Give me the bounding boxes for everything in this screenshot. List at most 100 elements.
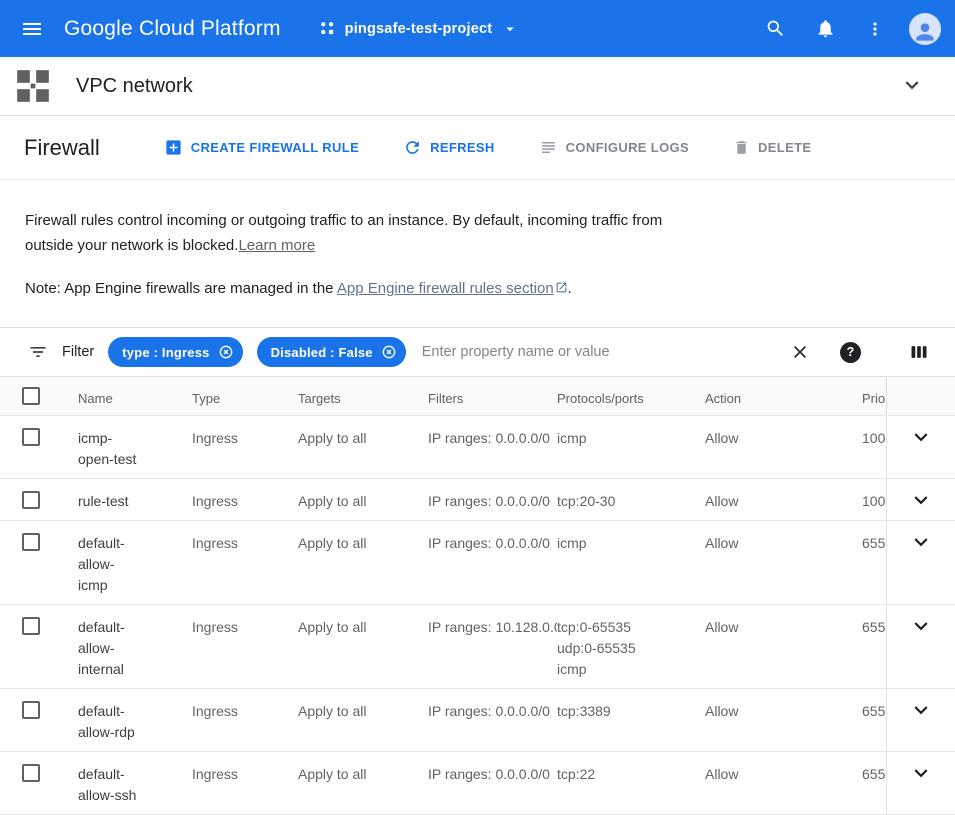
cell-priority: 1000 [862, 416, 886, 478]
cell-action: Allow [705, 479, 862, 520]
row-checkbox[interactable] [22, 491, 40, 509]
help-icon[interactable]: ? [840, 342, 861, 363]
column-display-options-icon[interactable] [909, 342, 929, 362]
cell-type: Ingress [192, 605, 298, 688]
cell-priority: 65534 [862, 689, 886, 751]
cell-targets: Apply to all [298, 752, 428, 814]
delete-button[interactable]: DELETE [733, 139, 811, 156]
more-options-kebab-icon[interactable] [855, 9, 895, 49]
firewall-rules-table: NameTypeTargetsFiltersProtocols/portsAct… [0, 377, 955, 815]
toolbar-title: Firewall [24, 135, 100, 161]
app-engine-firewall-link[interactable]: App Engine firewall rules section [337, 280, 568, 297]
project-icon [319, 20, 336, 37]
project-name: pingsafe-test-project [345, 21, 493, 37]
cell-name: rule-test [78, 479, 192, 520]
select-all-checkbox[interactable] [22, 387, 40, 405]
cell-filters: IP ranges: 10.128.0.0/9 [428, 605, 557, 688]
trash-icon [733, 139, 750, 156]
project-switcher[interactable]: pingsafe-test-project [319, 20, 520, 38]
refresh-button[interactable]: REFRESH [403, 138, 495, 157]
description-block: Firewall rules control incoming or outgo… [0, 180, 955, 327]
cell-filters: IP ranges: 0.0.0.0/0 [428, 521, 557, 604]
table-row: default-allow-ssh Ingress Apply to all I… [0, 752, 955, 815]
app-bar: Google Cloud Platform pingsafe-test-proj… [0, 0, 955, 57]
cell-filters: IP ranges: 0.0.0.0/0 [428, 479, 557, 520]
row-checkbox[interactable] [22, 701, 40, 719]
cell-type: Ingress [192, 752, 298, 814]
cell-action: Allow [705, 521, 862, 604]
product-header: VPC network [0, 57, 955, 116]
cell-type: Ingress [192, 521, 298, 604]
add-box-icon [164, 138, 183, 157]
cell-name: default-allow-ssh [78, 752, 192, 814]
expand-row-chevron-icon[interactable] [908, 760, 934, 786]
column-header: Type [192, 377, 298, 415]
table-header-side [886, 377, 955, 415]
note-text: Note: App Engine firewalls are managed i… [25, 280, 337, 297]
person-icon [912, 19, 938, 45]
filter-input[interactable] [422, 344, 790, 360]
filter-label: Filter [62, 344, 94, 360]
expand-row-chevron-icon[interactable] [908, 487, 934, 513]
table-row: default-allow-icmp Ingress Apply to all … [0, 521, 955, 605]
cell-priority: 1000 [862, 479, 886, 520]
clear-filters-icon[interactable] [790, 342, 810, 362]
vpc-network-icon [14, 67, 52, 105]
column-header: Action [705, 377, 862, 415]
table-row: rule-test Ingress Apply to all IP ranges… [0, 479, 955, 521]
column-header: Protocols/ports [557, 377, 705, 415]
filter-bar: Filter type : Ingress Disabled : False ? [0, 327, 955, 377]
logs-list-icon [539, 138, 558, 157]
cell-protocols: icmp [557, 521, 705, 604]
table-row: default-allow-rdp Ingress Apply to all I… [0, 689, 955, 752]
table-row: icmp-open-test Ingress Apply to all IP r… [0, 416, 955, 479]
row-checkbox[interactable] [22, 533, 40, 551]
cell-name: default-allow-icmp [78, 521, 192, 604]
cell-targets: Apply to all [298, 605, 428, 688]
caret-down-icon [501, 20, 519, 38]
cell-protocols: icmp [557, 416, 705, 478]
cell-targets: Apply to all [298, 479, 428, 520]
chip-remove-icon[interactable] [218, 344, 234, 360]
description-text: Firewall rules control incoming or outgo… [25, 212, 662, 254]
column-header: Filters [428, 377, 557, 415]
column-header: Targets [298, 377, 428, 415]
row-checkbox[interactable] [22, 428, 40, 446]
cell-priority: 65534 [862, 521, 886, 604]
search-icon[interactable] [755, 9, 795, 49]
cell-protocols: tcp:0-65535 udp:0-65535 icmp [557, 605, 705, 688]
avatar[interactable] [909, 13, 941, 45]
filter-icon [28, 342, 48, 362]
notifications-bell-icon[interactable] [805, 9, 845, 49]
cell-targets: Apply to all [298, 521, 428, 604]
learn-more-link[interactable]: Learn more [238, 237, 315, 254]
expand-row-chevron-icon[interactable] [908, 529, 934, 555]
cell-action: Allow [705, 605, 862, 688]
cell-protocols: tcp:22 [557, 752, 705, 814]
cell-name: default-allow-internal [78, 605, 192, 688]
row-checkbox[interactable] [22, 764, 40, 782]
row-checkbox[interactable] [22, 617, 40, 635]
table-row: default-allow-internal Ingress Apply to … [0, 605, 955, 689]
filter-chip-type-ingress[interactable]: type : Ingress [108, 337, 242, 367]
expand-row-chevron-icon[interactable] [908, 613, 934, 639]
cell-action: Allow [705, 752, 862, 814]
refresh-icon [403, 138, 422, 157]
table-header-row: NameTypeTargetsFiltersProtocols/portsAct… [0, 377, 955, 416]
section-collapse-chevron-icon[interactable] [899, 72, 925, 101]
expand-row-chevron-icon[interactable] [908, 697, 934, 723]
page-title: VPC network [76, 75, 193, 98]
external-link-icon [555, 281, 568, 294]
expand-row-chevron-icon[interactable] [908, 424, 934, 450]
cell-type: Ingress [192, 416, 298, 478]
cell-filters: IP ranges: 0.0.0.0/0 [428, 752, 557, 814]
menu-icon[interactable] [10, 7, 54, 51]
cell-name: icmp-open-test [78, 416, 192, 478]
configure-logs-button[interactable]: CONFIGURE LOGS [539, 138, 689, 157]
cell-priority: 65534 [862, 605, 886, 688]
cell-name: default-allow-rdp [78, 689, 192, 751]
chip-remove-icon[interactable] [381, 344, 397, 360]
filter-chip-disabled-false[interactable]: Disabled : False [257, 337, 406, 367]
cell-filters: IP ranges: 0.0.0.0/0 [428, 689, 557, 751]
create-firewall-rule-button[interactable]: CREATE FIREWALL RULE [164, 138, 359, 157]
